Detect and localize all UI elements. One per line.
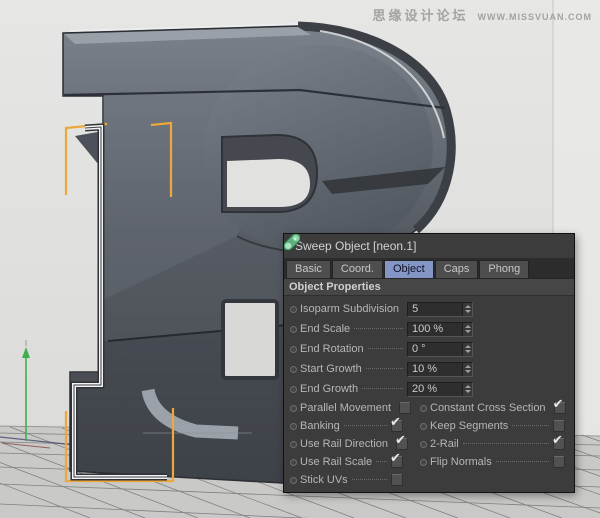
checkbox-flip-normals: Flip Normals — [420, 456, 565, 468]
anim-dot-icon[interactable] — [290, 405, 297, 412]
tab-phong[interactable]: Phong — [479, 260, 529, 278]
panel-titlebar: Sweep Object [neon.1] — [284, 234, 574, 258]
spinner-icon[interactable] — [462, 363, 472, 376]
anim-dot-icon[interactable] — [290, 477, 297, 484]
tab-object[interactable]: Object — [384, 260, 434, 278]
anim-dot-icon[interactable] — [420, 459, 427, 466]
field-end-scale: End Scale 100 % — [284, 319, 473, 339]
watermark-site-url: WWW.MISSVUAN.COM — [478, 12, 593, 22]
tab-caps[interactable]: Caps — [435, 260, 479, 278]
tab-coord[interactable]: Coord. — [332, 260, 383, 278]
field-isoparm-subdivision: Isoparm Subdivision 5 — [284, 299, 473, 319]
keep-segments-checkbox[interactable] — [553, 420, 565, 432]
anim-dot-icon[interactable] — [420, 441, 427, 448]
spinner-icon[interactable] — [462, 323, 472, 336]
anim-dot-icon[interactable] — [290, 386, 297, 393]
attribute-manager-panel: Sweep Object [neon.1] Basic Coord. Objec… — [283, 233, 575, 493]
field-end-rotation: End Rotation 0 ° — [284, 339, 473, 359]
anim-dot-icon[interactable] — [290, 326, 297, 333]
field-start-growth: Start Growth 10 % — [284, 359, 473, 379]
anim-dot-icon[interactable] — [290, 366, 297, 373]
check-row: Parallel Movement Constant Cross Section… — [284, 399, 574, 417]
watermark-site-name: 思缘设计论坛 — [372, 5, 468, 24]
checkbox-use-rail-scale: Use Rail Scale ✔ — [290, 456, 403, 468]
top-counter-hole — [227, 159, 310, 207]
object-properties: Isoparm Subdivision 5 End Scale 100 % En… — [284, 296, 574, 489]
field-end-growth: End Growth 20 % — [284, 379, 473, 399]
check-row: Use Rail Scale ✔ Flip Normals — [284, 453, 574, 471]
spinner-icon[interactable] — [462, 343, 472, 356]
use-rail-direction-checkbox[interactable]: ✔ — [396, 438, 408, 450]
isoparm-subdivision-input[interactable]: 5 — [407, 302, 473, 317]
checkbox-keep-segments: Keep Segments — [420, 420, 565, 432]
panel-tabs: Basic Coord. Object Caps Phong — [284, 258, 574, 279]
checkbox-2-rail: 2-Rail ✔ — [420, 438, 565, 450]
checkbox-banking: Banking ✔ — [290, 420, 403, 432]
check-row: Stick UVs — [284, 471, 574, 489]
checkbox-constant-cross-section: Constant Cross Section ✔ — [420, 402, 566, 414]
checkbox-parallel-movement: Parallel Movement — [290, 402, 403, 414]
check-row: Banking ✔ Keep Segments — [284, 417, 574, 435]
anim-dot-icon[interactable] — [290, 459, 297, 466]
stick-uvs-checkbox[interactable] — [391, 474, 403, 486]
end-scale-input[interactable]: 100 % — [407, 322, 473, 337]
end-growth-input[interactable]: 20 % — [407, 382, 473, 397]
anim-dot-icon[interactable] — [420, 423, 427, 430]
anim-dot-icon[interactable] — [420, 405, 427, 412]
constant-cross-section-checkbox[interactable]: ✔ — [554, 402, 566, 414]
flip-normals-checkbox[interactable] — [553, 456, 565, 468]
section-header: Object Properties — [284, 279, 574, 296]
lower-counter-hole — [223, 301, 277, 378]
checkbox-stick-uvs: Stick UVs — [290, 474, 403, 486]
two-rail-checkbox[interactable]: ✔ — [553, 438, 565, 450]
spinner-icon[interactable] — [462, 383, 472, 396]
parallel-movement-checkbox[interactable] — [399, 402, 411, 414]
watermark: 思缘设计论坛 WWW.MISSVUAN.COM — [372, 5, 592, 24]
use-rail-scale-checkbox[interactable]: ✔ — [391, 456, 403, 468]
panel-title: Sweep Object [neon.1] — [295, 239, 416, 253]
anim-dot-icon[interactable] — [290, 306, 297, 313]
check-row: Use Rail Direction ✔ 2-Rail ✔ — [284, 435, 574, 453]
end-rotation-input[interactable]: 0 ° — [407, 342, 473, 357]
checkbox-use-rail-direction: Use Rail Direction ✔ — [290, 438, 403, 450]
sweep-object-icon — [284, 234, 300, 250]
spinner-icon[interactable] — [462, 303, 472, 316]
anim-dot-icon[interactable] — [290, 346, 297, 353]
banking-checkbox[interactable]: ✔ — [391, 420, 403, 432]
start-growth-input[interactable]: 10 % — [407, 362, 473, 377]
application-window: 思缘设计论坛 WWW.MISSVUAN.COM Sweep Object [ne… — [0, 0, 600, 518]
tab-basic[interactable]: Basic — [286, 260, 331, 278]
anim-dot-icon[interactable] — [290, 441, 297, 448]
anim-dot-icon[interactable] — [290, 423, 297, 430]
